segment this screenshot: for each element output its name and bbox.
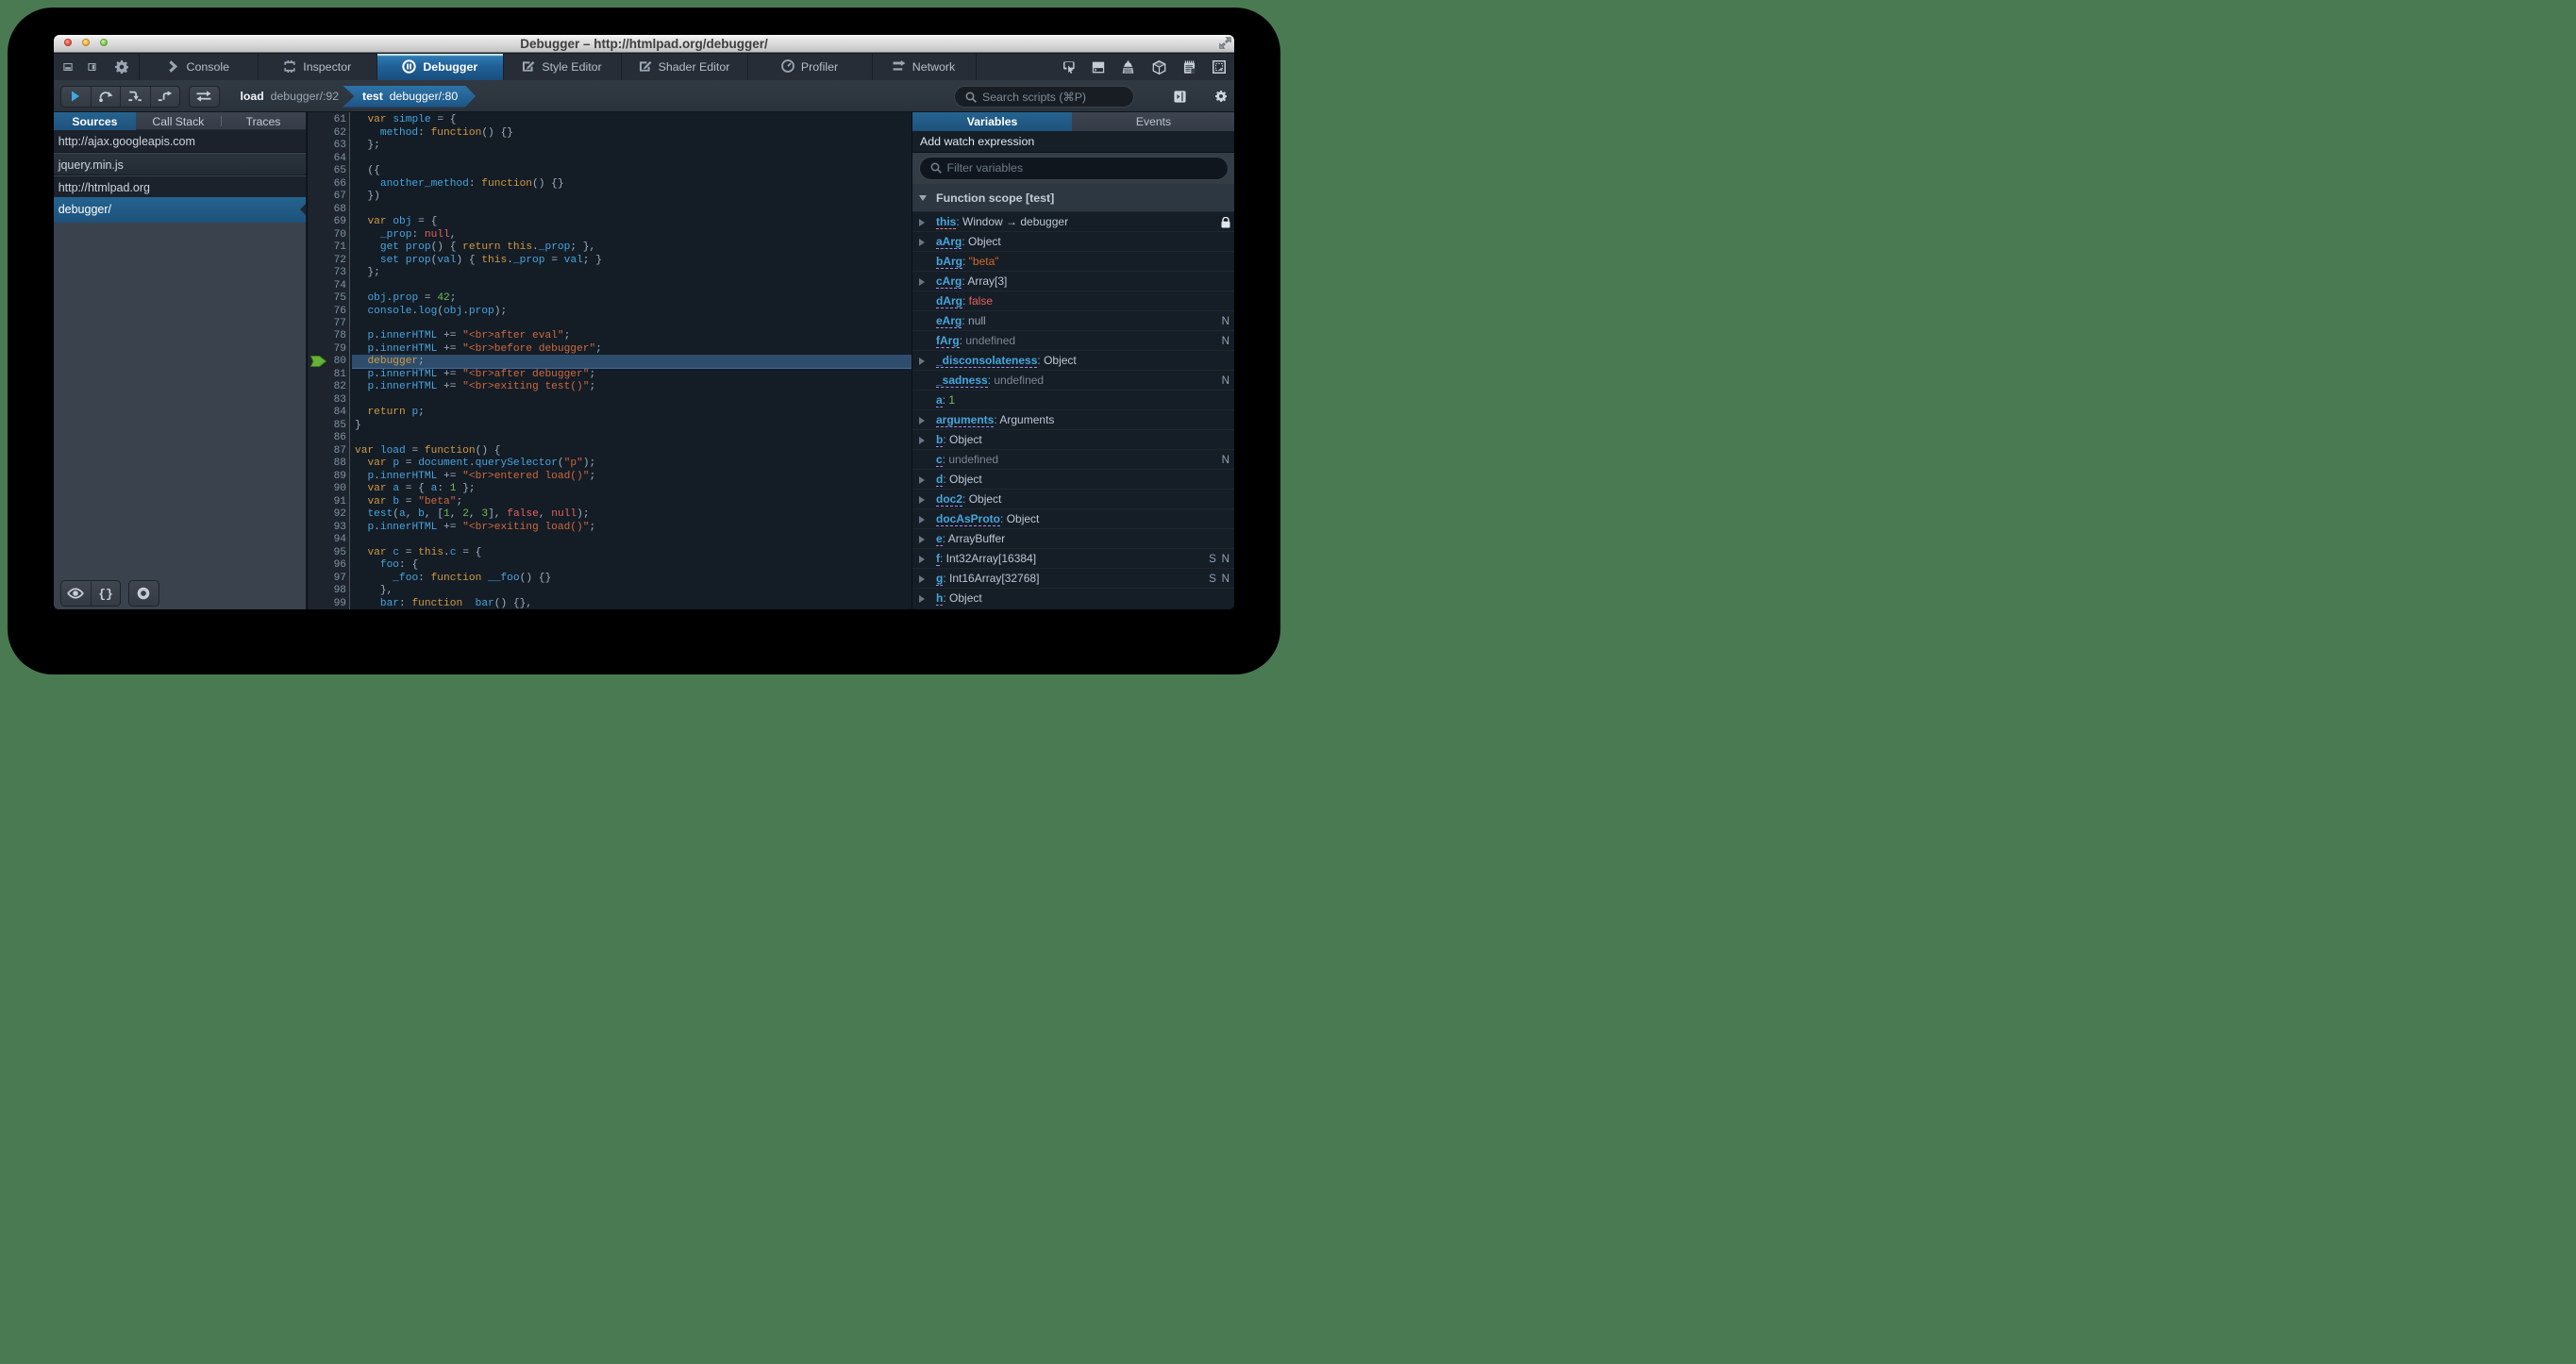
svg-text:{}: {}	[99, 587, 113, 600]
